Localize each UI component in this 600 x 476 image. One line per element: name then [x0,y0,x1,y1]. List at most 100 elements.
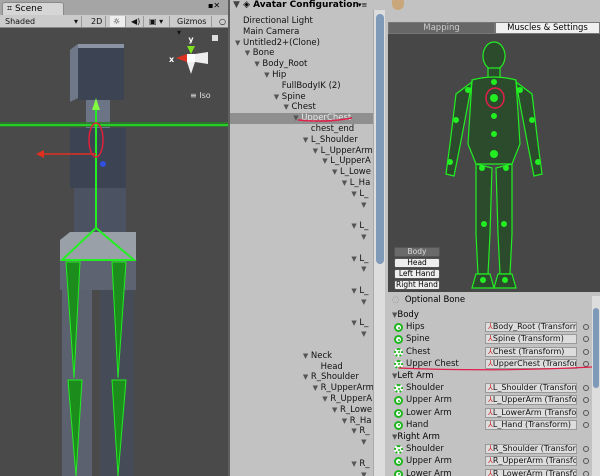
section-body[interactable]: ▼Body [392,309,419,321]
bone-transform-field[interactable]: ⅄L_Hand (Transform) [485,419,577,430]
hierarchy-item[interactable]: ▼ [230,264,374,275]
hierarchy-item[interactable]: ▼ R_ [230,459,374,470]
bone-transform-field[interactable]: ⅄L_LowerArm (Transform) [485,407,577,418]
bone-transform-field[interactable]: ⅄R_Shoulder (Transform) [485,444,577,455]
bone-status-icon[interactable] [394,323,403,333]
expand-arrow-icon[interactable]: ▼ [274,92,282,103]
object-picker-icon[interactable] [583,409,589,416]
hierarchy-item[interactable]: ▼ [230,329,374,340]
hierarchy-item[interactable]: ▼ R_UpperArm [230,383,374,394]
hierarchy-item[interactable]: ▼ L_ [230,189,374,200]
expand-arrow-icon[interactable]: ▼ [361,437,369,448]
object-picker-icon[interactable] [583,348,589,355]
part-button-head[interactable]: Head [394,258,440,268]
hierarchy-item[interactable]: ▼ [230,232,374,243]
hierarchy-item[interactable]: ▼ L_ [230,254,374,265]
hierarchy-item[interactable]: ▼ L_ [230,286,374,297]
avatar-body-view[interactable]: Body Head Left Hand Right Hand [388,34,600,292]
expand-arrow-icon[interactable]: ▼ [361,264,369,275]
object-picker-icon[interactable] [583,397,589,404]
hierarchy-item[interactable]: ▼ Body_Root [230,59,374,70]
hierarchy-item[interactable] [230,340,374,351]
bone-status-icon[interactable] [394,457,403,467]
shading-dropdown[interactable]: Shaded ▾ [2,16,82,27]
section-right-arm[interactable]: ▼Right Arm [392,431,440,443]
bone-transform-field[interactable]: ⅄Chest (Transform) [485,346,577,357]
hierarchy-item[interactable]: ▼ R_UpperA [230,394,374,405]
expand-arrow-icon[interactable]: ▼ [313,146,321,157]
expand-arrow-icon[interactable]: ▼ [361,200,369,211]
hierarchy-item[interactable]: ▼ Chest [230,102,374,113]
hierarchy-scrollbar[interactable] [373,10,385,476]
expand-arrow-icon[interactable]: ▼ [284,102,292,113]
bone-transform-field[interactable]: ⅄L_Shoulder (Transform) [485,383,577,394]
bone-status-icon[interactable] [394,420,403,430]
2d-toggle[interactable]: 2D [88,16,106,27]
expand-arrow-icon[interactable]: ▼ [264,70,272,81]
hierarchy-item[interactable]: ▼ Spine [230,92,374,103]
gizmos-dropdown[interactable]: Gizmos ▾ [174,16,212,37]
part-button-left-hand[interactable]: Left Hand [394,269,440,279]
hierarchy-item[interactable]: ▼ R_Lowe [230,405,374,416]
object-picker-icon[interactable] [583,421,589,428]
object-picker-icon[interactable] [583,385,589,392]
scene-viewport[interactable]: y x ≡ Iso [0,28,228,476]
hierarchy-item[interactable]: ▼ [230,297,374,308]
expand-arrow-icon[interactable]: ▼ [361,232,369,243]
expand-arrow-icon[interactable]: ▼ [303,351,311,362]
panel-menu-icon[interactable]: ▾≡ [358,0,367,11]
tab-muscles-settings[interactable]: Muscles & Settings [495,22,600,34]
expand-arrow-icon[interactable]: ▼ [303,372,311,383]
expand-arrow-icon[interactable]: ▼ [235,38,243,49]
hierarchy-item[interactable]: ▼ Untitled2+(Clone) [230,38,374,49]
hierarchy-item[interactable] [230,308,374,319]
hierarchy-item[interactable]: FullBodyIK (2) [230,81,374,92]
effects-icon[interactable]: ▣ ▾ [146,16,170,27]
scene-view[interactable]: y x ≡ Iso ⌗ Scene ▪✕ Shaded ▾ 2D ☼ ◀) ▣ ▾… [0,0,228,476]
expand-arrow-icon[interactable]: ▼ [313,383,321,394]
hierarchy-item[interactable]: Main Camera [230,27,374,38]
hierarchy-item[interactable]: ▼ [230,470,374,476]
hierarchy-item[interactable]: Head [230,362,374,373]
scrollbar-thumb[interactable] [376,14,384,264]
expand-arrow-icon[interactable]: ▼ [245,48,253,59]
hierarchy-item[interactable]: Directional Light [230,16,374,27]
part-button-right-hand[interactable]: Right Hand [394,280,440,290]
hierarchy-item[interactable] [230,275,374,286]
bone-transform-field[interactable]: ⅄L_UpperArm (Transform) [485,395,577,406]
hierarchy-item[interactable]: ▼ L_ [230,318,374,329]
object-picker-icon[interactable] [583,324,589,331]
expand-arrow-icon[interactable]: ▼ [332,405,340,416]
bone-status-icon[interactable] [394,347,403,357]
expand-arrow-icon[interactable]: ▼ [332,167,340,178]
bone-status-icon[interactable] [394,335,403,345]
expand-arrow-icon[interactable]: ▼ [303,135,311,146]
bone-transform-field[interactable]: ⅄R_LowerArm (Transform) [485,468,577,476]
search-icon[interactable]: ○ [216,16,228,27]
scene-tab[interactable]: ⌗ Scene [2,2,64,15]
bone-status-icon[interactable] [394,396,403,406]
hierarchy-item[interactable]: ▼ R_Ha [230,416,374,427]
object-picker-icon[interactable] [583,470,589,476]
expand-arrow-icon[interactable]: ▼ [342,178,350,189]
hierarchy-item[interactable]: ▼ L_Shoulder [230,135,374,146]
bone-transform-field[interactable]: ⅄Spine (Transform) [485,334,577,345]
hierarchy-item[interactable] [230,210,374,221]
hierarchy-item[interactable]: ▼ R_ [230,426,374,437]
hierarchy-item[interactable]: ▼ [230,437,374,448]
hierarchy-item[interactable]: ▼ L_ [230,221,374,232]
window-menu-icon[interactable]: ▪✕ [208,1,220,10]
bone-transform-field[interactable]: ⅄R_UpperArm (Transform) [485,456,577,467]
expand-arrow-icon[interactable]: ▼ [361,297,369,308]
bone-transform-field[interactable]: ⅄Body_Root (Transform) [485,322,577,333]
hierarchy-item[interactable] [230,448,374,459]
hierarchy-item[interactable]: ▼ Bone [230,48,374,59]
part-button-body[interactable]: Body [394,247,440,257]
inspector-scrollbar[interactable] [592,296,600,476]
audio-icon[interactable]: ◀) [128,16,144,27]
expand-arrow-icon[interactable]: ▼ [361,329,369,340]
hierarchy-item[interactable]: ▼ Hip [230,70,374,81]
bone-status-icon[interactable] [394,408,403,418]
object-picker-icon[interactable] [583,446,589,453]
expand-arrow-icon[interactable]: ▼ [361,470,369,476]
